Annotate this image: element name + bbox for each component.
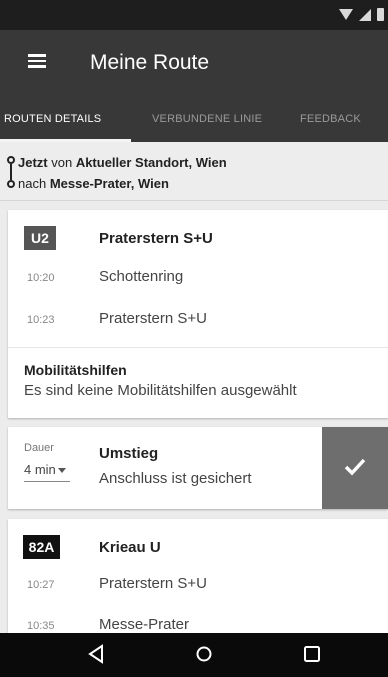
line-badge-u2: U2	[24, 226, 56, 250]
transfer-card: Dauer 4 min Umstieg Anschluss ist gesich…	[8, 427, 388, 509]
tab-feedback[interactable]: FEEDBACK	[300, 113, 361, 125]
mobility-text: Es sind keine Mobilitätshilfen ausgewähl…	[24, 382, 297, 399]
stop-time: 10:35	[27, 620, 55, 632]
transfer-text: Anschluss ist gesichert	[99, 470, 252, 487]
duration-value: 4 min	[24, 462, 56, 477]
status-bar	[0, 0, 388, 30]
tab-routen-details[interactable]: ROUTEN DETAILS	[4, 113, 101, 125]
system-nav-bar	[0, 633, 388, 677]
home-icon[interactable]	[195, 644, 213, 664]
back-icon[interactable]	[87, 644, 105, 664]
duration-label: Dauer	[24, 442, 54, 454]
check-icon	[344, 458, 366, 476]
transfer-title: Umstieg	[99, 445, 159, 462]
battery-icon	[377, 8, 384, 21]
page-title: Meine Route	[90, 51, 210, 74]
leg-card-82a[interactable]: 82A Krieau U 10:27 Praterstern S+U 10:35…	[8, 519, 388, 639]
leg-card-u2[interactable]: U2 Praterstern S+U 10:20 Schottenring 10…	[8, 210, 388, 418]
stop-name: Praterstern S+U	[99, 310, 207, 327]
tab-verbundene-linie[interactable]: VERBUNDENE LINIE	[152, 113, 262, 125]
duration-dropdown[interactable]: 4 min	[24, 462, 66, 477]
route-summary: Jetzt von Aktueller Standort, Wien nach …	[0, 142, 388, 201]
stop-name: Schottenring	[99, 268, 184, 285]
line-badge-82a: 82A	[23, 535, 60, 559]
menu-icon[interactable]	[28, 54, 46, 68]
stop-name: Praterstern S+U	[99, 575, 207, 592]
confirm-transfer-button[interactable]	[322, 427, 388, 509]
stop-time: 10:20	[27, 272, 55, 284]
status-icons	[339, 8, 384, 21]
dropdown-caret-icon	[57, 468, 66, 474]
tab-bar: ROUTEN DETAILS VERBUNDENE LINIE FEEDBACK	[0, 96, 388, 142]
app-bar: Meine Route	[0, 30, 388, 96]
stop-name: Messe-Prater	[99, 616, 190, 633]
signal-icon	[359, 8, 371, 21]
summary-to: nach Messe-Prater, Wien	[18, 176, 169, 191]
stop-time: 10:27	[27, 579, 55, 591]
summary-from: Jetzt von Aktueller Standort, Wien	[18, 155, 227, 170]
recents-icon[interactable]	[303, 644, 321, 664]
wifi-icon	[339, 9, 353, 20]
route-icon	[6, 156, 16, 188]
divider	[8, 347, 388, 348]
leg-direction: Praterstern S+U	[99, 230, 213, 247]
duration-underline	[24, 481, 70, 482]
mobility-title: Mobilitätshilfen	[24, 362, 127, 378]
leg-direction: Krieau U	[99, 539, 161, 556]
stop-time: 10:23	[27, 314, 55, 326]
